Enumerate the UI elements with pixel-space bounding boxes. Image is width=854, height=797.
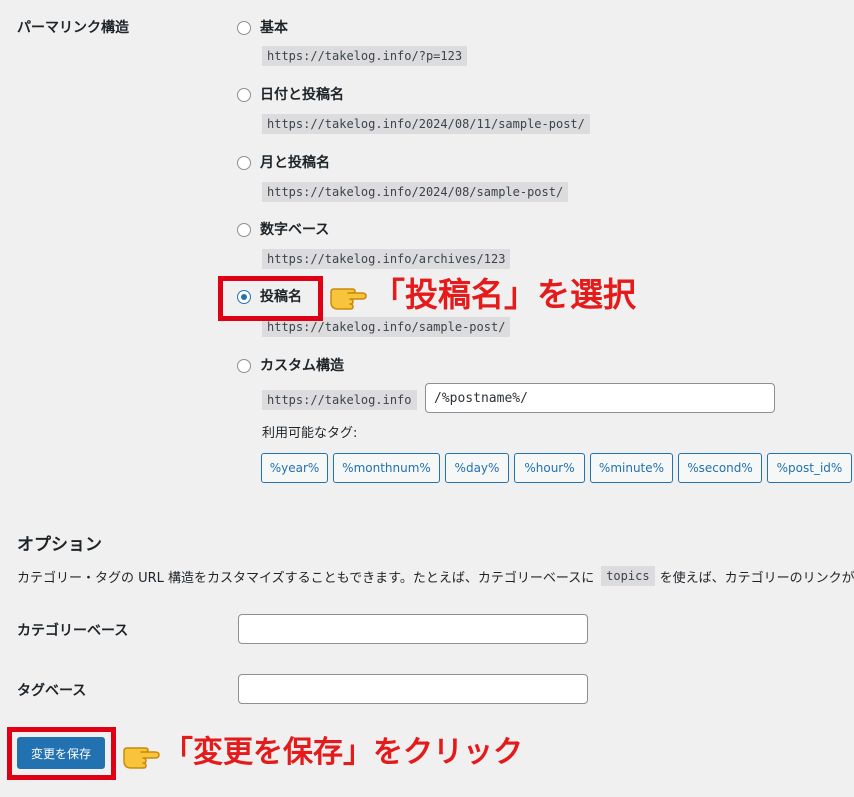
- radio-label: 基本: [260, 20, 288, 36]
- tag-button-day[interactable]: %day%: [445, 453, 509, 483]
- highlight-box-post-name: [218, 276, 323, 321]
- permalink-example: https://takelog.info/?p=123: [262, 45, 468, 66]
- save-changes-button[interactable]: 変更を保存: [17, 737, 105, 769]
- custom-structure-input[interactable]: [425, 383, 775, 413]
- radio-option-custom[interactable]: カスタム構造: [237, 357, 344, 375]
- custom-base-url: https://takelog.info: [262, 390, 417, 410]
- radio-button[interactable]: [237, 223, 251, 237]
- annotation-select-post-name: 「投稿名」を選択: [372, 275, 636, 314]
- permalink-example: https://takelog.info/archives/123: [262, 248, 511, 269]
- tag-base-input[interactable]: [238, 674, 588, 704]
- pointing-hand-icon: [330, 288, 367, 310]
- tag-button-minute[interactable]: %minute%: [590, 453, 673, 483]
- tag-button-hour[interactable]: %hour%: [514, 453, 585, 483]
- radio-label: カスタム構造: [260, 358, 344, 374]
- radio-button[interactable]: [237, 359, 251, 373]
- tag-button-second[interactable]: %second%: [678, 453, 762, 483]
- radio-option-numeric[interactable]: 数字ベース: [237, 221, 329, 239]
- description-text-after: を使えば、カテゴリーのリンクが: [659, 570, 854, 586]
- pointing-hand-icon: [123, 747, 160, 769]
- optional-heading: オプション: [17, 535, 102, 555]
- optional-description: カテゴリー・タグの URL 構造をカスタマイズすることもできます。たとえば、カテ…: [17, 566, 854, 586]
- custom-base-prefix: https://takelog.info: [262, 389, 417, 410]
- tag-button-post-id[interactable]: %post_id%: [767, 453, 852, 483]
- radio-button[interactable]: [237, 156, 251, 170]
- radio-label: 月と投稿名: [260, 155, 330, 171]
- radio-option-month-and-name[interactable]: 月と投稿名: [237, 154, 330, 172]
- example-url: https://takelog.info/archives/123: [262, 249, 511, 269]
- radio-option-plain[interactable]: 基本: [237, 19, 288, 37]
- example-url: https://takelog.info/2024/08/11/sample-p…: [262, 114, 590, 134]
- category-base-label: カテゴリーベース: [17, 623, 129, 639]
- annotation-click-save: 「変更を保存」をクリック: [163, 735, 523, 770]
- description-code-topics: topics: [601, 566, 655, 586]
- permalink-example: https://takelog.info/2024/08/11/sample-p…: [262, 113, 590, 134]
- available-tags-label: 利用可能なタグ:: [262, 426, 358, 441]
- example-url: https://takelog.info/?p=123: [262, 46, 468, 66]
- radio-option-day-and-name[interactable]: 日付と投稿名: [237, 86, 344, 104]
- permalink-structure-label: パーマリンク構造: [17, 20, 129, 36]
- description-text-before: カテゴリー・タグの URL 構造をカスタマイズすることもできます。たとえば、カテ…: [17, 570, 595, 586]
- example-url: https://takelog.info/2024/08/sample-post…: [262, 182, 569, 202]
- radio-button[interactable]: [237, 88, 251, 102]
- radio-label: 数字ベース: [260, 222, 330, 238]
- tag-button-year[interactable]: %year%: [261, 453, 328, 483]
- permalink-example: https://takelog.info/2024/08/sample-post…: [262, 181, 569, 202]
- tag-button-monthnum[interactable]: %monthnum%: [333, 453, 440, 483]
- category-base-input[interactable]: [238, 614, 588, 644]
- tag-base-label: タグベース: [17, 683, 87, 699]
- radio-button[interactable]: [237, 21, 251, 35]
- radio-label: 日付と投稿名: [260, 87, 344, 103]
